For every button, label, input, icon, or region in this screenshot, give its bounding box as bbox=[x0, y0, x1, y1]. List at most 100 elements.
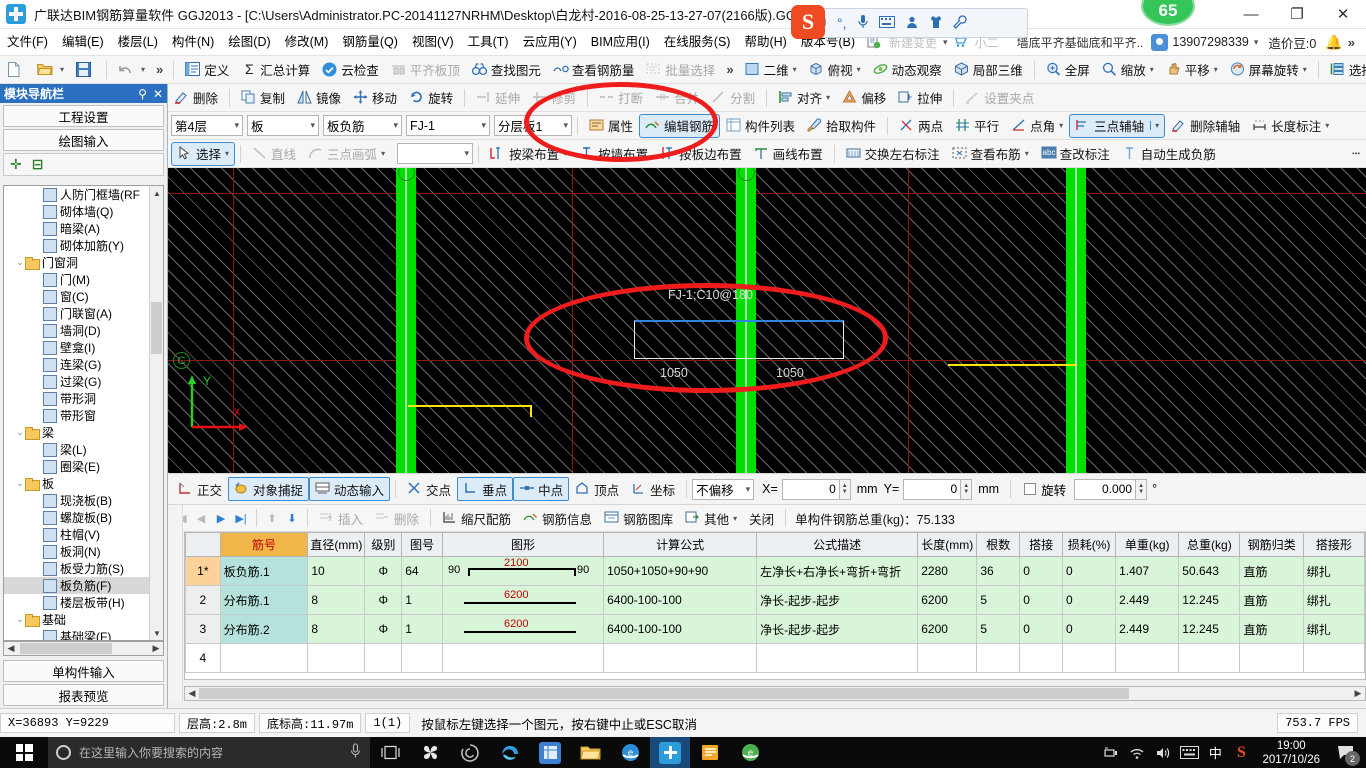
view-rebar-qty-button[interactable]: 查看钢筋量 bbox=[547, 58, 641, 82]
table-hscroll-thumb[interactable] bbox=[199, 688, 1129, 699]
cell-name[interactable]: 分布筋.1 bbox=[219, 585, 309, 615]
length-dim-chevron-down-icon[interactable]: ▾ bbox=[1325, 121, 1329, 130]
trim-button[interactable]: 修剪 bbox=[526, 86, 582, 110]
x-stepper[interactable]: ▲ ▼ bbox=[839, 478, 851, 500]
cell-desc[interactable]: 左净长+右净长+弯折+弯折 bbox=[756, 556, 919, 586]
taskbar-app-spiral-icon[interactable] bbox=[450, 737, 490, 768]
table-col-3[interactable]: 级别 bbox=[364, 532, 403, 557]
break-button[interactable]: 打断 bbox=[593, 86, 649, 110]
other-chevron-down-icon[interactable]: ▾ bbox=[733, 514, 737, 523]
tree-vertical-scrollbar[interactable]: ▲ ▼ bbox=[149, 186, 163, 640]
cell-fig[interactable]: 1 bbox=[401, 585, 443, 615]
taskbar-search-box[interactable]: 在这里输入你要搜索的内容 bbox=[48, 737, 370, 768]
rotate-checkbox[interactable] bbox=[1024, 483, 1037, 495]
menu-draw[interactable]: 绘图(D) bbox=[221, 29, 277, 56]
wall-element-1[interactable] bbox=[396, 168, 416, 473]
menu-modify[interactable]: 修改(M) bbox=[278, 29, 336, 56]
screen-rotate-button[interactable]: 屏幕旋转 ▾ bbox=[1224, 58, 1313, 82]
new-button[interactable] bbox=[0, 58, 31, 82]
cell-cls[interactable] bbox=[1239, 643, 1304, 673]
dynamic-observe-button[interactable]: 动态观察 bbox=[867, 58, 948, 82]
cell-count[interactable]: 5 bbox=[976, 614, 1021, 644]
type-select[interactable]: 板负筋 ▾ bbox=[323, 115, 402, 136]
cell-lap[interactable]: 0 bbox=[1019, 614, 1064, 644]
snap-midpoint[interactable]: 中点 bbox=[513, 477, 570, 501]
pin-icon[interactable]: ⚲ bbox=[138, 87, 147, 101]
menu-bim[interactable]: BIM应用(I) bbox=[584, 29, 657, 56]
two-d-chevron-down-icon[interactable]: ▾ bbox=[793, 65, 797, 74]
table-scroll-left-icon[interactable]: ◀ bbox=[185, 687, 199, 700]
cell-desc[interactable]: 净长-起步-起步 bbox=[756, 614, 919, 644]
cell-fig[interactable] bbox=[401, 643, 443, 673]
align-chevron-down-icon[interactable]: ▾ bbox=[826, 93, 830, 102]
cell-formula[interactable]: 6400-100-100 bbox=[603, 614, 758, 644]
tree-item-9[interactable]: 壁龛(I) bbox=[4, 339, 150, 356]
rebar-info-button[interactable]: 钢筋信息 bbox=[517, 506, 598, 530]
cell-count[interactable] bbox=[976, 643, 1021, 673]
cell-len[interactable]: 6200 bbox=[917, 614, 978, 644]
taskbar-ggj-icon[interactable] bbox=[650, 737, 690, 768]
taskbar-app-fan-icon[interactable] bbox=[410, 737, 450, 768]
row-number-cell[interactable]: 3 bbox=[185, 614, 221, 644]
pick-member-button[interactable]: 拾取构件 bbox=[801, 114, 882, 138]
tree-scroll-up-icon[interactable]: ▲ bbox=[150, 186, 163, 200]
prev-record-icon[interactable]: ◀ bbox=[191, 508, 211, 528]
insert-row-button[interactable]: 插入 bbox=[313, 506, 369, 530]
view-rebar-layout-button[interactable]: 查看布筋 ▾ bbox=[946, 142, 1035, 166]
offset-button[interactable]: 偏移 bbox=[836, 86, 892, 110]
cell-cls[interactable]: 直筋 bbox=[1239, 614, 1304, 644]
screen-rotate-chevron-down-icon[interactable]: ▾ bbox=[1303, 65, 1307, 74]
point-angle-button[interactable]: 点角 ▾ bbox=[1005, 114, 1069, 138]
cell-grade[interactable]: Φ bbox=[364, 585, 403, 615]
table-col-11[interactable]: 损耗(%) bbox=[1062, 532, 1117, 557]
beam-line-1[interactable] bbox=[408, 405, 532, 407]
point-angle-chevron-down-icon[interactable]: ▾ bbox=[1059, 121, 1063, 130]
pan-button[interactable]: 平移 ▾ bbox=[1160, 58, 1224, 82]
tray-ime-lang-icon[interactable]: 中 bbox=[1202, 737, 1228, 768]
table-row[interactable]: 2 分布筋.1 8 Φ 1 6200 6400-100-100 净长-起步-起步 6200 5 0 0… bbox=[185, 585, 1365, 615]
table-horizontal-scrollbar[interactable]: ◀ ▶ bbox=[184, 686, 1366, 701]
close-button[interactable]: ✕ bbox=[1320, 0, 1366, 29]
tree-item-23[interactable]: 板负筋(F) bbox=[4, 577, 150, 594]
table-col-4[interactable]: 图号 bbox=[401, 532, 443, 557]
snap-intersection[interactable]: 交点 bbox=[401, 477, 457, 501]
nav-close-icon[interactable]: ✕ bbox=[153, 87, 163, 101]
tree-item-19[interactable]: 螺旋板(B) bbox=[4, 509, 150, 526]
table-row[interactable]: 1* 板负筋.1 10 Φ 64 90 2100 90 1050+1050+90+90 左净长+右… bbox=[185, 556, 1365, 586]
cell-fig[interactable]: 64 bbox=[401, 556, 443, 586]
collapse-all-icon[interactable]: ⊟ bbox=[32, 156, 44, 173]
draw-option-select[interactable]: ▾ bbox=[397, 143, 474, 164]
rebar-table[interactable]: 筋号 直径(mm) 级别 图号 图形 计算公式 公式描述 长度(mm) 根数 搭接 损耗(%) 单重(… bbox=[184, 532, 1366, 680]
tree-item-6[interactable]: 窗(C) bbox=[4, 288, 150, 305]
tree-item-8[interactable]: 墙洞(D) bbox=[4, 322, 150, 339]
menu-help[interactable]: 帮助(H) bbox=[737, 29, 793, 56]
tree-hscroll-thumb[interactable] bbox=[20, 643, 112, 654]
rotate-stepper[interactable]: ▲ ▼ bbox=[1136, 478, 1148, 500]
cell-lap[interactable] bbox=[1019, 643, 1064, 673]
drawing-canvas[interactable]: FJ-1;C10@180 1050 1050 C Y x bbox=[168, 168, 1366, 473]
tree-horizontal-scrollbar[interactable]: ◀ ▶ bbox=[3, 641, 164, 656]
tray-sogou-icon[interactable]: S bbox=[1228, 737, 1254, 768]
cell-loss[interactable] bbox=[1062, 643, 1117, 673]
cell-name[interactable]: 板负筋.1 bbox=[219, 556, 309, 586]
table-col-12[interactable]: 单重(kg) bbox=[1115, 532, 1180, 557]
menu-edit[interactable]: 编辑(E) bbox=[55, 29, 111, 56]
beam-line-2[interactable] bbox=[948, 364, 1076, 366]
cell-lap_form[interactable]: 绑扎 bbox=[1302, 556, 1365, 586]
tree-item-4[interactable]: ⌄ 门窗洞 bbox=[4, 254, 150, 271]
tree-item-0[interactable]: 人防门框墙(RF bbox=[4, 186, 150, 203]
menu-cloud[interactable]: 云应用(Y) bbox=[516, 29, 584, 56]
row-number-cell[interactable]: 2 bbox=[185, 585, 221, 615]
cell-grade[interactable]: Φ bbox=[364, 556, 403, 586]
cell-dia[interactable] bbox=[307, 643, 366, 673]
table-col-14[interactable]: 钢筋归类 bbox=[1239, 532, 1304, 557]
draw-input-button[interactable]: 绘图输入 bbox=[3, 129, 164, 151]
view-layout-chevron-down-icon[interactable]: ▾ bbox=[1025, 149, 1029, 158]
category-select[interactable]: 板 ▾ bbox=[247, 115, 319, 136]
tree-item-14[interactable]: ⌄ 梁 bbox=[4, 424, 150, 441]
member-list-button[interactable]: 构件列表 bbox=[720, 114, 801, 138]
edit-rebar-button[interactable]: 编辑钢筋 bbox=[639, 113, 721, 138]
table-col-10[interactable]: 搭接 bbox=[1019, 532, 1064, 557]
cell-count[interactable]: 36 bbox=[976, 556, 1021, 586]
cell-total_w[interactable]: 12.245 bbox=[1178, 614, 1241, 644]
